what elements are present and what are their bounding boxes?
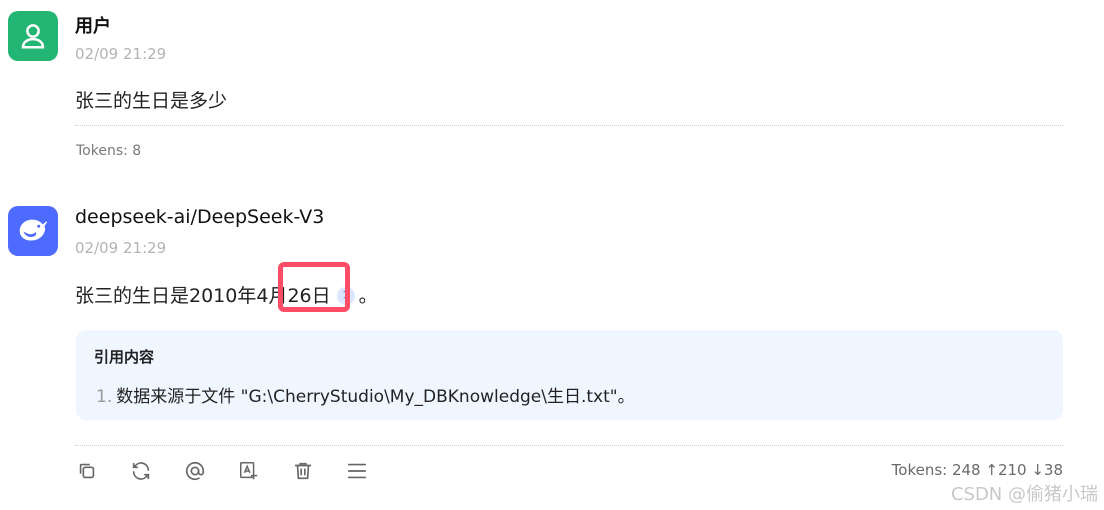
message-toolbar bbox=[76, 456, 400, 486]
reference-item[interactable]: 1. 数据来源于文件 "G:\CherryStudio\My_DBKnowledg… bbox=[96, 382, 635, 407]
delete-icon bbox=[294, 462, 312, 480]
assistant-timestamp: 02/09 21:29 bbox=[75, 239, 167, 257]
delete-button[interactable] bbox=[292, 456, 346, 486]
assistant-model-name: deepseek-ai/DeepSeek-V3 bbox=[75, 206, 325, 228]
translate-icon bbox=[240, 462, 258, 480]
reference-item-text: 数据来源于文件 "G:\CherryStudio\My_DBKnowledge\… bbox=[116, 387, 635, 407]
highlight-box bbox=[278, 262, 350, 312]
more-menu-button[interactable] bbox=[346, 456, 400, 486]
deepseek-avatar bbox=[8, 206, 58, 256]
assistant-token-count: Tokens: 248 ↑210 ↓38 bbox=[891, 461, 1063, 479]
menu-icon bbox=[347, 463, 367, 479]
copy-button[interactable] bbox=[76, 456, 130, 486]
regenerate-icon bbox=[132, 462, 150, 480]
reference-title: 引用内容 bbox=[94, 348, 155, 366]
deepseek-whale-icon bbox=[19, 219, 48, 241]
reference-item-number: 1. bbox=[96, 387, 113, 407]
mention-button[interactable] bbox=[184, 456, 238, 486]
answer-period: 。 bbox=[358, 285, 378, 307]
reference-panel: 引用内容 1. 数据来源于文件 "G:\CherryStudio\My_DBKno… bbox=[76, 330, 1063, 420]
assistant-divider bbox=[75, 445, 1063, 446]
regenerate-button[interactable] bbox=[130, 456, 184, 486]
copy-icon bbox=[79, 463, 95, 479]
mention-icon bbox=[185, 461, 205, 481]
translate-button[interactable] bbox=[238, 456, 292, 486]
watermark: CSDN @偷猪小瑞 bbox=[950, 484, 1098, 505]
assistant-message: deepseek-ai/DeepSeek-V3 02/09 21:29 张三的生… bbox=[0, 0, 1104, 510]
